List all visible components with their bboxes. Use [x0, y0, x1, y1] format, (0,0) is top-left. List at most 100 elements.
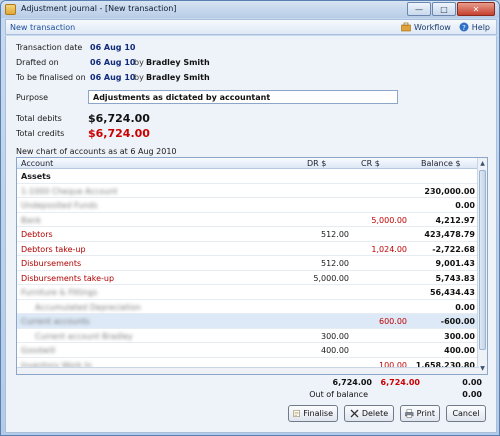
column-account[interactable]: Account	[21, 159, 53, 168]
table-row[interactable]: Debtors take-up 1,024.00 -2,722.68	[17, 242, 479, 256]
table-row[interactable]: Furniture & Fittings 56,434.43	[17, 285, 479, 300]
help-label: Help	[471, 22, 490, 32]
cr-cell: 5,000.00	[371, 215, 407, 225]
account-cell: Bank	[21, 215, 42, 225]
account-cell: Assets	[21, 172, 51, 181]
account-cell: Current accounts	[21, 317, 90, 326]
cancel-button[interactable]: Cancel	[446, 405, 486, 422]
print-label: Print	[416, 409, 435, 418]
grid-total-cr: 6,724.00	[380, 378, 420, 387]
grid-total-balance: 0.00	[462, 378, 482, 387]
dr-cell: 5,000.00	[313, 273, 349, 283]
finalise-on-date[interactable]: 06 Aug 10	[90, 73, 135, 82]
dr-cell: 512.00	[321, 259, 349, 268]
balance-cell: 9,001.43	[435, 259, 475, 268]
table-row[interactable]: Current accounts 600.00 -600.00	[17, 314, 479, 329]
grid-rows: Assets 1-1000 Cheque Account 230,000.00 Und…	[17, 169, 479, 374]
drafted-by-word: by	[134, 58, 144, 67]
balance-cell: 400.00	[444, 346, 475, 355]
finalise-by-person[interactable]: Bradley Smith	[146, 73, 210, 82]
total-credits-value: $6,724.00	[88, 127, 150, 140]
help-link[interactable]: ? Help	[459, 22, 490, 32]
balance-cell: 4,212.97	[435, 215, 475, 225]
dr-cell: 512.00	[321, 230, 349, 239]
column-dr[interactable]: DR $	[307, 159, 326, 168]
vertical-scrollbar[interactable]: ▲ ▼	[477, 158, 487, 374]
window-title: Adjustment journal - [New transaction]	[21, 4, 177, 13]
help-icon: ?	[459, 22, 469, 32]
total-debits-value: $6,724.00	[88, 112, 150, 125]
table-row[interactable]: Debtors 512.00 423,478.79	[17, 227, 479, 242]
dr-cell: 300.00	[321, 331, 349, 341]
maximize-button[interactable]: □	[432, 2, 456, 16]
horizontal-scrollbar[interactable]	[17, 367, 479, 374]
table-row[interactable]: Disbursements take-up 5,000.00 5,743.83	[17, 271, 479, 285]
title-bar[interactable]: Adjustment journal - [New transaction] —…	[1, 1, 499, 18]
drafted-on-label: Drafted on	[16, 58, 59, 67]
table-row[interactable]: 1-1000 Cheque Account 230,000.00	[17, 184, 479, 198]
close-button[interactable]: ✕	[457, 2, 495, 16]
scroll-down-icon[interactable]: ▼	[479, 364, 486, 373]
account-cell: Debtors take-up	[21, 244, 86, 254]
grid-header: Account DR $ CR $ Balance $	[17, 158, 479, 169]
balance-cell: -2,722.68	[432, 244, 475, 254]
finalise-button[interactable]: Finalise	[288, 405, 338, 422]
table-row[interactable]: Assets	[17, 169, 479, 184]
finalise-label: Finalise	[303, 409, 333, 418]
table-row[interactable]: Disbursements 512.00 9,001.43	[17, 256, 479, 271]
table-row[interactable]: Accumulated Depreciation 0.00	[17, 300, 479, 314]
account-cell: Disbursements	[21, 259, 82, 268]
delete-icon	[350, 409, 359, 418]
column-balance[interactable]: Balance $	[421, 159, 461, 168]
transaction-date-label: Transaction date	[16, 43, 83, 52]
minimize-button[interactable]: —	[407, 2, 431, 16]
account-cell: 1-1000 Cheque Account	[21, 186, 118, 196]
account-cell: Furniture & Fittings	[21, 288, 98, 297]
total-credits-label: Total credits	[16, 129, 65, 138]
out-of-balance-value: 0.00	[462, 390, 482, 399]
scroll-up-icon[interactable]: ▲	[479, 159, 486, 168]
table-row[interactable]: Goodwill 400.00 400.00	[17, 343, 479, 358]
account-cell: Debtors	[21, 230, 53, 239]
drafted-on-date: 06 Aug 10	[90, 58, 136, 67]
finalise-by-word: by	[134, 73, 144, 82]
workflow-link[interactable]: Workflow	[401, 22, 451, 32]
balance-cell: 56,434.43	[429, 288, 475, 297]
delete-button[interactable]: Delete	[344, 405, 394, 422]
workflow-icon	[401, 22, 411, 32]
balance-cell: 0.00	[455, 201, 475, 210]
cancel-label: Cancel	[452, 409, 480, 418]
delete-label: Delete	[361, 409, 389, 418]
column-cr[interactable]: CR $	[361, 159, 380, 168]
minimize-icon: —	[415, 4, 423, 14]
journal-form: Transaction date 06 Aug 10 Drafted on 06…	[5, 36, 497, 433]
balance-cell: 230,000.00	[424, 186, 475, 196]
adjustment-journal-window: Adjustment journal - [New transaction] —…	[0, 0, 500, 436]
total-debits-label: Total debits	[16, 114, 62, 123]
maximize-icon: □	[440, 4, 448, 14]
account-cell: Current account Bradley	[35, 331, 133, 341]
journal-icon	[5, 4, 16, 15]
cr-cell: 1,024.00	[371, 244, 407, 254]
workflow-label: Workflow	[414, 22, 451, 32]
transaction-date-value[interactable]: 06 Aug 10	[90, 43, 135, 52]
toolbar: New transaction Workflow ? Help	[5, 19, 497, 35]
svg-text:?: ?	[462, 24, 466, 32]
table-row[interactable]: Current account Bradley 300.00 300.00	[17, 329, 479, 343]
print-icon	[405, 409, 414, 418]
table-row[interactable]: Bank 5,000.00 4,212.97	[17, 213, 479, 227]
purpose-label: Purpose	[16, 93, 49, 102]
drafted-by-person: Bradley Smith	[146, 58, 210, 67]
cr-cell: 600.00	[379, 317, 407, 326]
balance-cell: 5,743.83	[435, 273, 475, 283]
finalise-on-label: To be finalised on	[16, 73, 86, 82]
balance-cell: -600.00	[440, 317, 475, 326]
out-of-balance-label: Out of balance	[309, 390, 368, 399]
purpose-input[interactable]	[88, 90, 398, 104]
close-icon: ✕	[472, 4, 480, 14]
table-row[interactable]: Undeposited Funds 0.00	[17, 198, 479, 213]
grid-total-dr: 6,724.00	[332, 378, 372, 387]
scroll-thumb[interactable]	[479, 170, 486, 350]
print-button[interactable]: Print	[400, 405, 440, 422]
tab-new-transaction[interactable]: New transaction	[10, 23, 75, 32]
